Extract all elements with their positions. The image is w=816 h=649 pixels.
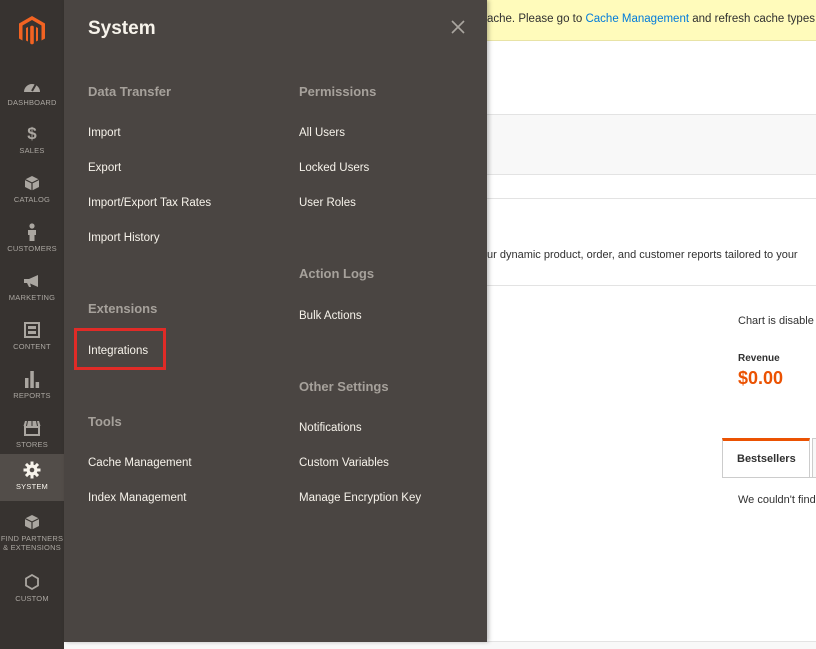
storefront-icon xyxy=(23,418,41,438)
menu-item-import[interactable]: Import xyxy=(88,127,121,139)
advanced-reporting-text: ur dynamic product, order, and customer … xyxy=(487,249,798,261)
system-menu-panel: System Data Transfer Import Export Impor… xyxy=(64,0,487,642)
sidebar-item-label: SALES xyxy=(19,146,45,155)
menu-item-import-export-tax-rates[interactable]: Import/Export Tax Rates xyxy=(88,197,211,209)
revenue-label: Revenue xyxy=(738,353,780,364)
sidebar-item-label: DASHBOARD xyxy=(7,98,57,107)
sidebar-item-label: MARKETING xyxy=(8,293,56,302)
notice-text-prefix: ache. Please go to xyxy=(487,13,586,25)
sidebar-item-content[interactable]: CONTENT xyxy=(0,314,64,363)
footer-band xyxy=(487,641,816,649)
box-icon xyxy=(24,173,40,193)
header-band xyxy=(487,114,816,175)
menu-item-notifications[interactable]: Notifications xyxy=(299,422,362,434)
sidebar-item-dashboard[interactable]: DASHBOARD xyxy=(0,70,64,119)
sidebar-item-label: CONTENT xyxy=(13,342,51,351)
header-gap xyxy=(487,175,816,199)
notice-text-suffix: and refresh cache types. xyxy=(689,13,816,25)
sidebar-item-label: STORES xyxy=(16,440,48,449)
section-tools: Tools xyxy=(88,414,122,429)
sidebar-item-label: CUSTOMERS xyxy=(7,244,57,253)
sidebar-item-customers[interactable]: CUSTOMERS xyxy=(0,216,64,265)
menu-item-bulk-actions[interactable]: Bulk Actions xyxy=(299,310,362,322)
dashboard-content: ache. Please go to Cache Management and … xyxy=(487,0,816,649)
sidebar-item-custom[interactable]: CUSTOM xyxy=(0,566,64,615)
menu-item-user-roles[interactable]: User Roles xyxy=(299,197,356,209)
close-button[interactable] xyxy=(449,18,467,36)
section-permissions: Permissions xyxy=(299,84,377,99)
menu-item-locked-users[interactable]: Locked Users xyxy=(299,162,369,174)
person-icon xyxy=(26,222,38,242)
tab-underline xyxy=(722,477,816,478)
layout-icon xyxy=(24,320,40,340)
section-data-transfer: Data Transfer xyxy=(88,84,172,99)
bar-chart-icon xyxy=(24,369,40,389)
tab-bestsellers[interactable]: Bestsellers xyxy=(722,438,810,478)
section-divider xyxy=(487,285,816,286)
close-icon xyxy=(451,20,465,34)
sidebar-item-find-partners[interactable]: FIND PARTNERS & EXTENSIONS xyxy=(0,506,64,558)
sidebar-item-label: SYSTEM xyxy=(15,482,49,491)
menu-item-index-management[interactable]: Index Management xyxy=(88,492,186,504)
menu-item-custom-variables[interactable]: Custom Variables xyxy=(299,457,389,469)
menu-item-cache-management[interactable]: Cache Management xyxy=(88,457,192,469)
menu-item-import-history[interactable]: Import History xyxy=(88,232,160,244)
dollar-icon: $ xyxy=(27,124,37,143)
hexagon-icon xyxy=(25,572,39,592)
sidebar-item-system[interactable]: SYSTEM xyxy=(0,454,64,501)
admin-sidebar: DASHBOARD $ SALES CATALOG CUSTOMERS MARK… xyxy=(0,0,64,649)
menu-item-manage-encryption-key[interactable]: Manage Encryption Key xyxy=(299,492,421,504)
cache-notice: ache. Please go to Cache Management and … xyxy=(487,0,816,41)
panel-title: System xyxy=(88,18,156,39)
magento-logo[interactable] xyxy=(0,0,64,62)
magento-logo-icon xyxy=(19,16,45,45)
revenue-value: $0.00 xyxy=(738,368,784,388)
section-extensions: Extensions xyxy=(88,301,158,316)
sidebar-item-sales[interactable]: $ SALES xyxy=(0,118,64,167)
chart-disabled-message: Chart is disable xyxy=(738,315,814,327)
section-action-logs: Action Logs xyxy=(299,266,375,281)
section-other-settings: Other Settings xyxy=(299,379,389,394)
no-data-message: We couldn't find xyxy=(738,494,816,506)
sidebar-item-label: FIND PARTNERS & EXTENSIONS xyxy=(0,534,64,552)
menu-item-export[interactable]: Export xyxy=(88,162,121,174)
sidebar-item-catalog[interactable]: CATALOG xyxy=(0,167,64,216)
dashboard-icon xyxy=(23,76,41,96)
sidebar-item-reports[interactable]: REPORTS xyxy=(0,363,64,412)
cube-icon xyxy=(24,512,40,532)
sidebar-item-label: REPORTS xyxy=(13,391,51,400)
sidebar-item-marketing[interactable]: MARKETING xyxy=(0,265,64,314)
tab-next[interactable] xyxy=(812,438,816,478)
menu-item-all-users[interactable]: All Users xyxy=(299,127,345,139)
megaphone-icon xyxy=(23,271,41,291)
integrations-highlight-box xyxy=(74,328,166,370)
gear-icon xyxy=(23,460,41,480)
sidebar-item-label: CATALOG xyxy=(13,195,51,204)
sidebar-item-label: CUSTOM xyxy=(15,594,49,603)
cache-management-link[interactable]: Cache Management xyxy=(585,13,689,25)
